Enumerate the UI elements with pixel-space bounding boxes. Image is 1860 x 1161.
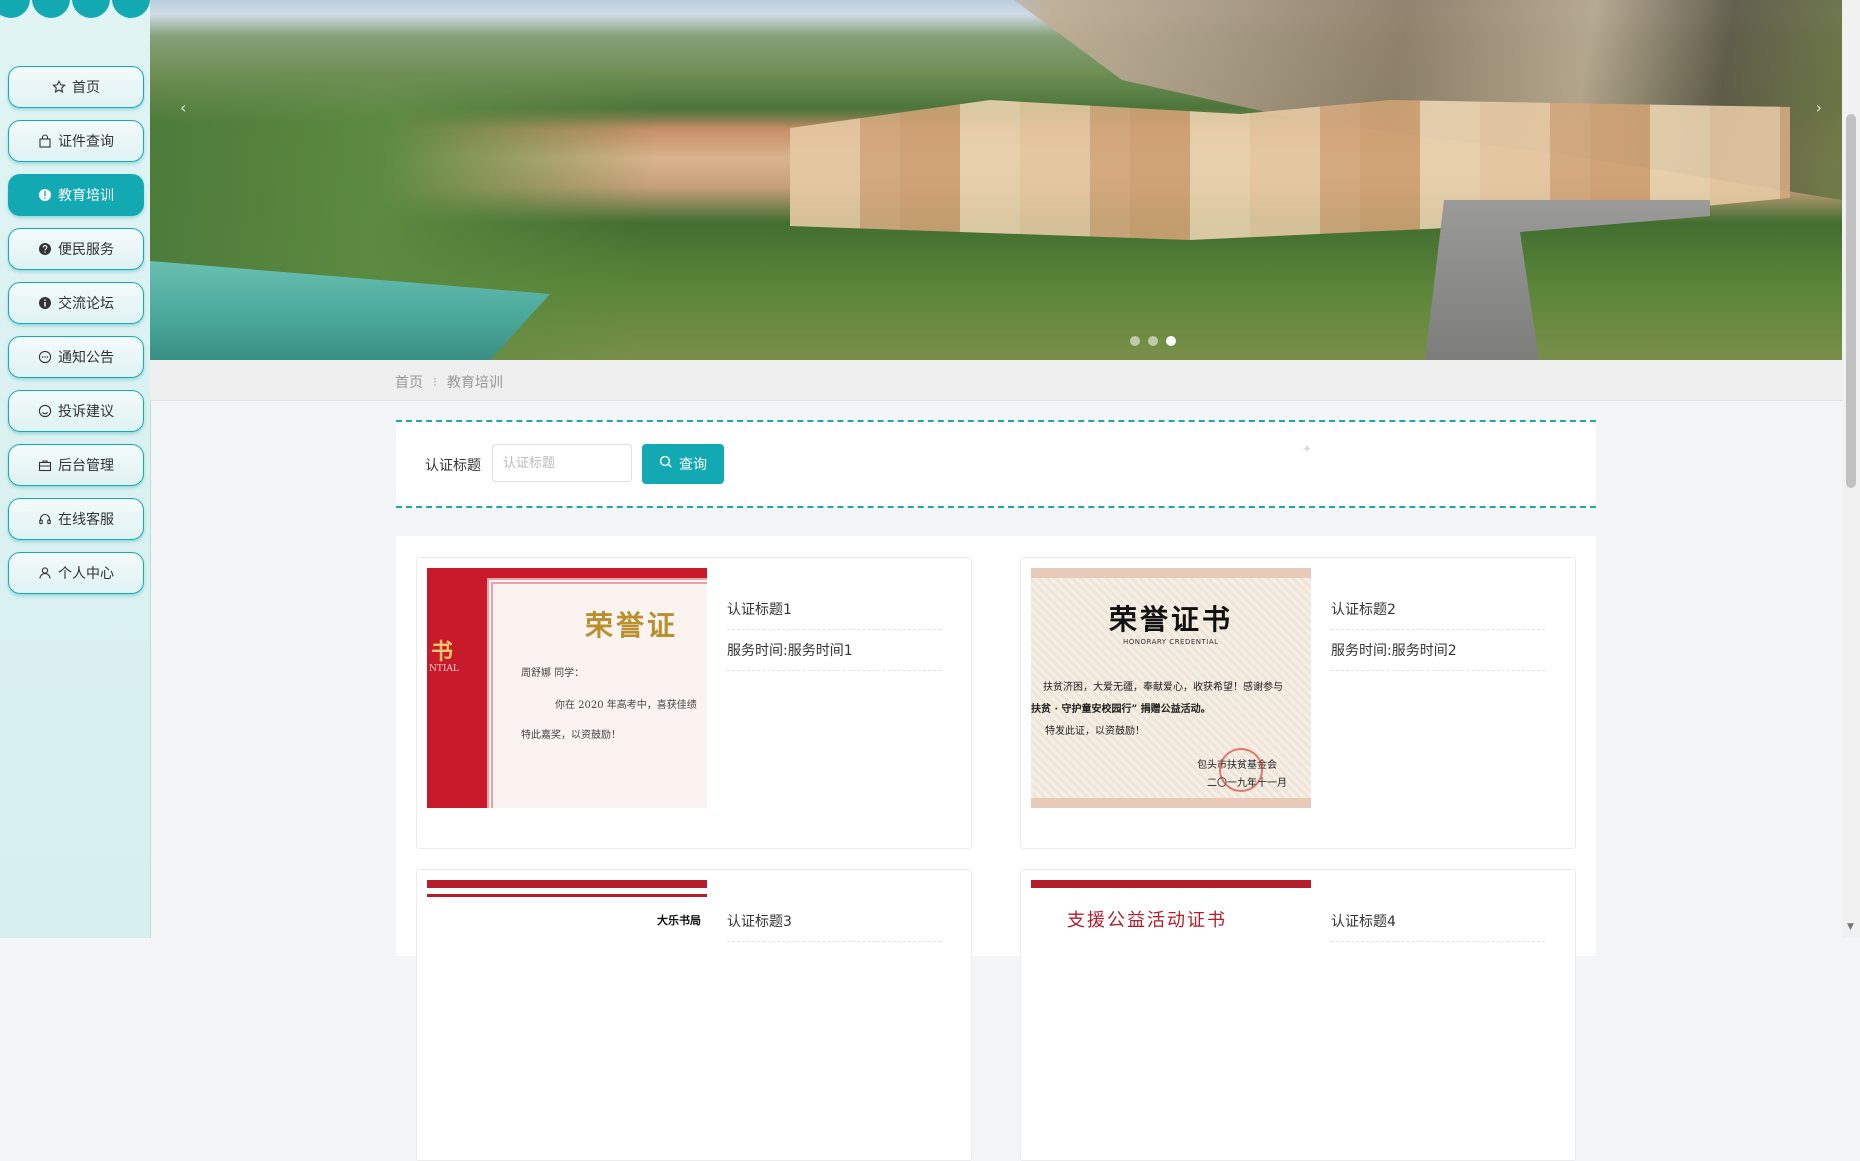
carousel-next-icon[interactable]: › — [1816, 98, 1822, 117]
sidebar-scallop-decoration — [0, 0, 150, 22]
card-title[interactable]: 认证标题2 — [1331, 599, 1545, 630]
certificate-image[interactable]: 大乐书局 — [427, 880, 707, 1120]
certificate-image[interactable]: 荣誉证书 HONORARY CREDENTIAL 扶贫济困，大爱无疆，奉献爱心，… — [1031, 568, 1311, 808]
breadcrumb-bar: 首页 ⁝ 教育培训 — [150, 360, 1842, 401]
sidebar-item-education-training[interactable]: 教育培训 — [8, 174, 144, 216]
search-button-label: 查询 — [679, 457, 707, 473]
sidebar-item-label: 个人中心 — [58, 566, 114, 582]
certificate-text-line: 扶贫济困，大爱无疆，奉献爱心，收获希望！感谢参与 — [1043, 682, 1283, 693]
bag-icon — [38, 134, 52, 148]
sidebar-item-label: 便民服务 — [58, 242, 114, 258]
star-icon — [52, 80, 66, 94]
banner-carousel: ‹ › — [150, 0, 1842, 360]
certificate-heading: 支援公益活动证书 — [1067, 910, 1227, 931]
certificate-picture: 荣誉证书 HONORARY CREDENTIAL 扶贫济困，大爱无疆，奉献爱心，… — [1031, 568, 1311, 808]
briefcase-icon — [38, 458, 52, 472]
certificate-subheading: HONORARY CREDENTIAL — [1123, 638, 1219, 646]
card-title[interactable]: 认证标题1 — [727, 599, 941, 630]
list-item[interactable]: 支援公益活动证书 认证标题4 — [1020, 869, 1576, 1161]
sidebar-item-notice[interactable]: 通知公告 — [8, 336, 144, 378]
certificate-body-line: 你在 2020 年高考中，喜获佳绩 — [555, 700, 697, 711]
certificate-side-english: NTIAL — [429, 664, 459, 674]
smile-icon — [38, 404, 52, 418]
certificate-brand: 大乐书局 — [657, 914, 701, 927]
headset-icon — [38, 512, 52, 526]
sidebar-item-certificate-query[interactable]: 证件查询 — [8, 120, 144, 162]
card-title[interactable]: 认证标题3 — [727, 911, 941, 942]
sidebar-item-label: 在线客服 — [58, 512, 114, 528]
carousel-dot[interactable] — [1148, 336, 1158, 346]
certificate-name-line: 周舒娜 同学： — [521, 668, 585, 679]
certificate-heading: 荣誉证 — [585, 609, 679, 642]
sidebar-item-complaint[interactable]: 投诉建议 — [8, 390, 144, 432]
certificate-image[interactable]: 支援公益活动证书 — [1031, 880, 1311, 1120]
sidebar-item-label: 交流论坛 — [58, 296, 114, 312]
certificate-text-line: 特发此证，以资鼓励！ — [1045, 726, 1145, 737]
certificate-heading: 荣誉证书 — [1109, 603, 1234, 636]
sidebar-item-home[interactable]: 首页 — [8, 66, 144, 108]
sidebar-item-label: 后台管理 — [58, 458, 114, 474]
certificate-side-word: 书 — [431, 639, 454, 665]
sidebar-item-convenience-service[interactable]: 便民服务 — [8, 228, 144, 270]
sidebar-item-profile[interactable]: 个人中心 — [8, 552, 144, 594]
list-item[interactable]: 周舒娜 同学： 你在 2020 年高考中，喜获佳绩 特此嘉奖，以资鼓励！ 荣誉证… — [416, 557, 972, 849]
certificate-seal — [1219, 748, 1263, 792]
scroll-down-icon[interactable]: ▼ — [1847, 922, 1854, 932]
vertical-scrollbar[interactable]: ▼ — [1842, 0, 1860, 938]
sidebar-item-label: 教育培训 — [58, 188, 114, 204]
card-service-time: 服务时间:服务时间2 — [1331, 640, 1545, 671]
scrollbar-thumb[interactable] — [1846, 114, 1856, 488]
search-label: 认证标题 — [425, 458, 481, 474]
sidebar-item-label: 投诉建议 — [58, 404, 114, 420]
list-item[interactable]: 大乐书局 认证标题3 — [416, 869, 972, 1161]
certificate-closing-line: 特此嘉奖，以资鼓励！ — [521, 730, 621, 741]
watermark-icon: ✦ — [1302, 442, 1313, 456]
list-item[interactable]: 荣誉证书 HONORARY CREDENTIAL 扶贫济困，大爱无疆，奉献爱心，… — [1020, 557, 1576, 849]
certificate-picture: 周舒娜 同学： 你在 2020 年高考中，喜获佳绩 特此嘉奖，以资鼓励！ 荣誉证… — [427, 568, 707, 808]
user-icon — [38, 566, 52, 580]
certificate-picture: 支援公益活动证书 — [1031, 880, 1311, 1120]
certificate-list: 周舒娜 同学： 你在 2020 年高考中，喜获佳绩 特此嘉奖，以资鼓励！ 荣誉证… — [396, 536, 1596, 1161]
sidebar-item-admin[interactable]: 后台管理 — [8, 444, 144, 486]
breadcrumb-current: 教育培训 — [446, 375, 503, 391]
info-circle-icon — [38, 296, 52, 310]
question-circle-icon — [38, 242, 52, 256]
info-circle-icon — [38, 188, 52, 202]
carousel-prev-icon[interactable]: ‹ — [180, 98, 186, 117]
breadcrumb-home-link[interactable]: 首页 — [395, 372, 423, 392]
carousel-indicators — [1130, 336, 1176, 346]
certificate-image[interactable]: 周舒娜 同学： 你在 2020 年高考中，喜获佳绩 特此嘉奖，以资鼓励！ 荣誉证… — [427, 568, 707, 808]
sidebar-item-forum[interactable]: 交流论坛 — [8, 282, 144, 324]
search-icon — [659, 455, 673, 473]
sidebar-item-label: 证件查询 — [58, 134, 114, 150]
search-panel: 认证标题 查询 ✦ — [396, 420, 1596, 508]
chat-icon — [38, 350, 52, 364]
breadcrumb: 首页 ⁝ 教育培训 — [395, 372, 503, 392]
sidebar: 首页 证件查询 教育培训 便民服务 交流论坛 通知公告 投诉建议 后台管理 在线… — [0, 0, 151, 938]
breadcrumb-separator: ⁝ — [433, 375, 437, 389]
certificate-text-line: 扶贫 · 守护童安校园行” 捐赠公益活动。 — [1031, 704, 1211, 715]
sidebar-nav: 首页 证件查询 教育培训 便民服务 交流论坛 通知公告 投诉建议 后台管理 在线… — [8, 66, 144, 606]
certificate-picture: 大乐书局 — [427, 880, 707, 1120]
carousel-dot-active[interactable] — [1166, 336, 1176, 346]
sidebar-item-label: 通知公告 — [58, 350, 114, 366]
carousel-dot[interactable] — [1130, 336, 1140, 346]
certificate-stripe — [427, 894, 707, 897]
search-input[interactable] — [492, 444, 632, 482]
sidebar-item-online-service[interactable]: 在线客服 — [8, 498, 144, 540]
card-title[interactable]: 认证标题4 — [1331, 911, 1545, 942]
banner-lake-shape — [150, 261, 550, 360]
card-service-time: 服务时间:服务时间1 — [727, 640, 941, 671]
sidebar-item-label: 首页 — [72, 80, 100, 96]
search-button[interactable]: 查询 — [642, 444, 724, 484]
